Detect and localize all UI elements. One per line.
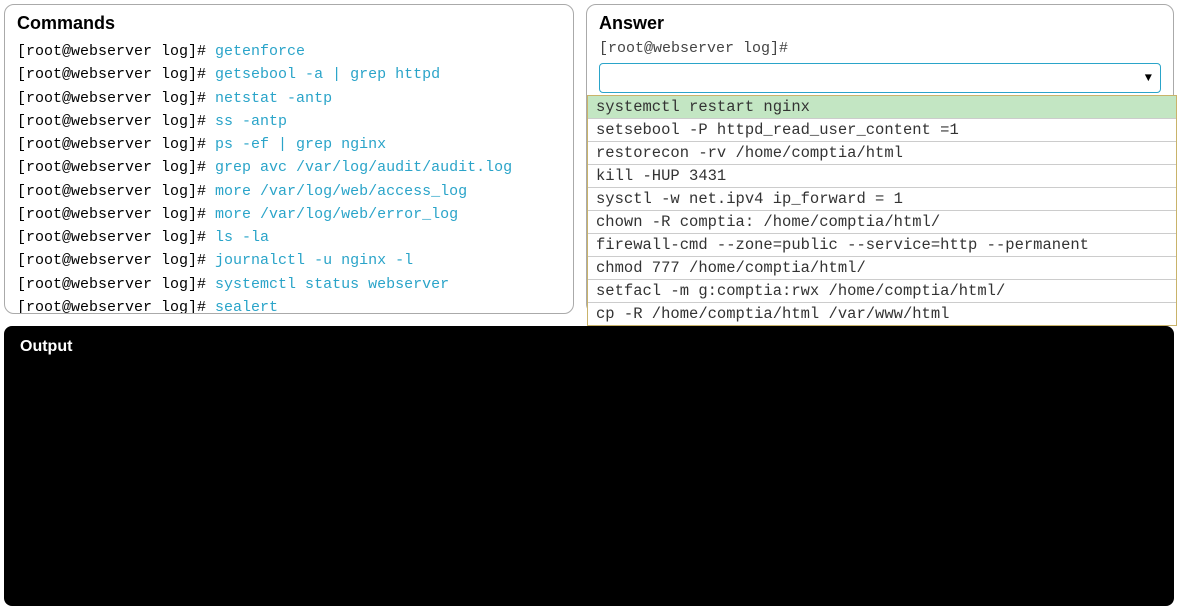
command-prompt: [root@webserver log]# <box>17 113 215 130</box>
command-prompt: [root@webserver log]# <box>17 183 215 200</box>
command-line[interactable]: [root@webserver log]# ls -la <box>17 226 561 249</box>
command-prompt: [root@webserver log]# <box>17 229 215 246</box>
command-line[interactable]: [root@webserver log]# getsebool -a | gre… <box>17 63 561 86</box>
command-text: ps -ef | grep nginx <box>215 136 386 153</box>
dropdown-option[interactable]: restorecon -rv /home/comptia/html <box>588 142 1176 165</box>
output-panel: Output <box>4 326 1174 606</box>
command-text: getenforce <box>215 43 305 60</box>
command-line[interactable]: [root@webserver log]# ss -antp <box>17 110 561 133</box>
command-line[interactable]: [root@webserver log]# sealert <box>17 296 561 314</box>
commands-list: [root@webserver log]# getenforce[root@we… <box>17 40 561 314</box>
answer-dropdown-list: systemctl restart nginxsetsebool -P http… <box>587 95 1177 326</box>
command-text: sealert <box>215 299 278 314</box>
dropdown-option[interactable]: sysctl -w net.ipv4 ip_forward = 1 <box>588 188 1176 211</box>
dropdown-option[interactable]: setsebool -P httpd_read_user_content =1 <box>588 119 1176 142</box>
command-text: netstat -antp <box>215 90 332 107</box>
command-line[interactable]: [root@webserver log]# more /var/log/web/… <box>17 203 561 226</box>
answer-prompt: [root@webserver log]# <box>599 40 1161 57</box>
output-title: Output <box>20 338 1158 356</box>
dropdown-option[interactable]: kill -HUP 3431 <box>588 165 1176 188</box>
command-prompt: [root@webserver log]# <box>17 276 215 293</box>
command-line[interactable]: [root@webserver log]# getenforce <box>17 40 561 63</box>
command-text: grep avc /var/log/audit/audit.log <box>215 159 512 176</box>
command-prompt: [root@webserver log]# <box>17 159 215 176</box>
command-line[interactable]: [root@webserver log]# grep avc /var/log/… <box>17 156 561 179</box>
command-prompt: [root@webserver log]# <box>17 136 215 153</box>
dropdown-option[interactable]: systemctl restart nginx <box>588 96 1176 119</box>
command-prompt: [root@webserver log]# <box>17 66 215 83</box>
command-text: ss -antp <box>215 113 287 130</box>
command-line[interactable]: [root@webserver log]# ps -ef | grep ngin… <box>17 133 561 156</box>
answer-title: Answer <box>599 13 1161 34</box>
command-prompt: [root@webserver log]# <box>17 299 215 314</box>
answer-panel: Answer [root@webserver log]# ▼ systemctl… <box>586 4 1174 314</box>
dropdown-option[interactable]: cp -R /home/comptia/html /var/www/html <box>588 303 1176 325</box>
dropdown-option[interactable]: setfacl -m g:comptia:rwx /home/comptia/h… <box>588 280 1176 303</box>
command-line[interactable]: [root@webserver log]# more /var/log/web/… <box>17 180 561 203</box>
command-text: more /var/log/web/access_log <box>215 183 467 200</box>
command-prompt: [root@webserver log]# <box>17 90 215 107</box>
command-text: more /var/log/web/error_log <box>215 206 458 223</box>
dropdown-option[interactable]: chmod 777 /home/comptia/html/ <box>588 257 1176 280</box>
command-prompt: [root@webserver log]# <box>17 43 215 60</box>
command-prompt: [root@webserver log]# <box>17 206 215 223</box>
commands-title: Commands <box>17 13 561 34</box>
command-line[interactable]: [root@webserver log]# netstat -antp <box>17 87 561 110</box>
command-text: systemctl status webserver <box>215 276 449 293</box>
command-text: ls -la <box>215 229 269 246</box>
command-text: getsebool -a | grep httpd <box>215 66 440 83</box>
chevron-down-icon: ▼ <box>1145 71 1152 85</box>
answer-select[interactable]: ▼ <box>599 63 1161 93</box>
command-line[interactable]: [root@webserver log]# journalctl -u ngin… <box>17 249 561 272</box>
command-prompt: [root@webserver log]# <box>17 252 215 269</box>
command-text: journalctl -u nginx -l <box>215 252 413 269</box>
command-line[interactable]: [root@webserver log]# systemctl status w… <box>17 273 561 296</box>
commands-panel: Commands [root@webserver log]# getenforc… <box>4 4 574 314</box>
dropdown-option[interactable]: firewall-cmd --zone=public --service=htt… <box>588 234 1176 257</box>
dropdown-option[interactable]: chown -R comptia: /home/comptia/html/ <box>588 211 1176 234</box>
